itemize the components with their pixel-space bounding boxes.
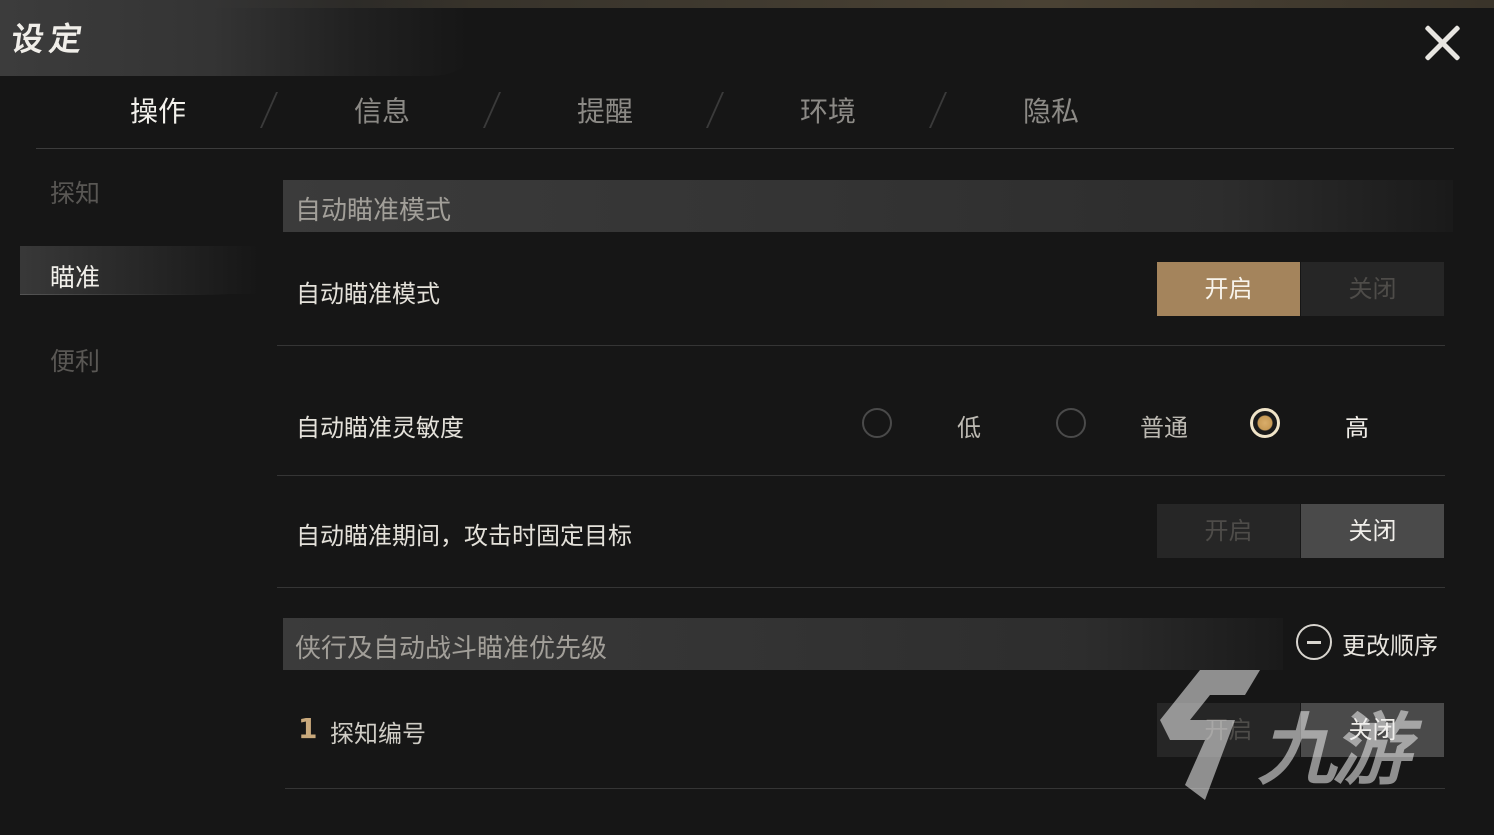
- sidebar-item-detect[interactable]: 探知: [50, 174, 100, 210]
- lock-target-on-button[interactable]: 开启: [1157, 504, 1300, 558]
- auto-aim-mode-on-button[interactable]: 开启: [1157, 262, 1300, 316]
- row-divider: [277, 475, 1445, 476]
- priority-rank: 1: [298, 712, 318, 745]
- sensitivity-low-radio[interactable]: [862, 408, 892, 438]
- section-title: 侠行及自动战斗瞄准优先级: [295, 634, 608, 664]
- sensitivity-high-radio[interactable]: [1250, 408, 1280, 438]
- section-title: 自动瞄准模式: [295, 196, 452, 226]
- row-divider: [277, 587, 1445, 588]
- sidebar-active-underline: [20, 294, 230, 295]
- close-icon[interactable]: [1420, 20, 1466, 66]
- sensitivity-normal-label: 普通: [1140, 414, 1188, 442]
- sensitivity-normal-radio[interactable]: [1056, 408, 1086, 438]
- row-divider: [277, 345, 1445, 346]
- priority-item-off-button[interactable]: 关闭: [1301, 703, 1444, 757]
- auto-aim-mode-toggle: 开启 关闭: [1157, 262, 1444, 316]
- tab-reminder[interactable]: 提醒: [535, 90, 675, 130]
- tab-info[interactable]: 信息: [312, 90, 452, 130]
- tab-separator: [259, 92, 279, 128]
- sidebar-item-aim[interactable]: 瞄准: [50, 258, 100, 294]
- tab-privacy[interactable]: 隐私: [981, 90, 1121, 130]
- row-divider: [285, 788, 1445, 789]
- sensitivity-high-label: 高: [1345, 414, 1369, 442]
- tab-operation[interactable]: 操作: [88, 90, 228, 130]
- change-order-label: 更改顺序: [1342, 632, 1438, 660]
- tab-environment[interactable]: 环境: [758, 90, 898, 130]
- page-title: 设定: [9, 20, 91, 58]
- sensitivity-low-label: 低: [957, 414, 981, 442]
- auto-aim-mode-label: 自动瞄准模式: [296, 280, 440, 308]
- lock-target-off-button[interactable]: 关闭: [1301, 504, 1444, 558]
- section-header-priority: 侠行及自动战斗瞄准优先级: [283, 618, 1283, 670]
- priority-item-toggle: 开启 关闭: [1157, 703, 1444, 757]
- lock-target-toggle: 开启 关闭: [1157, 504, 1444, 558]
- auto-aim-sensitivity-label: 自动瞄准灵敏度: [296, 414, 464, 442]
- tab-bar: 操作 信息 提醒 环境 隐私: [36, 84, 1454, 148]
- tab-separator: [928, 92, 948, 128]
- sidebar-item-convenience[interactable]: 便利: [50, 342, 100, 378]
- tab-separator: [705, 92, 725, 128]
- tab-separator: [482, 92, 502, 128]
- priority-item-on-button[interactable]: 开启: [1157, 703, 1300, 757]
- section-header-auto-aim: 自动瞄准模式: [283, 180, 1453, 232]
- minus-circle-icon: [1296, 624, 1332, 660]
- auto-aim-mode-off-button[interactable]: 关闭: [1301, 262, 1444, 316]
- lock-target-label: 自动瞄准期间，攻击时固定目标: [296, 522, 632, 550]
- priority-item-label: 探知编号: [330, 720, 426, 748]
- tab-divider: [36, 148, 1454, 149]
